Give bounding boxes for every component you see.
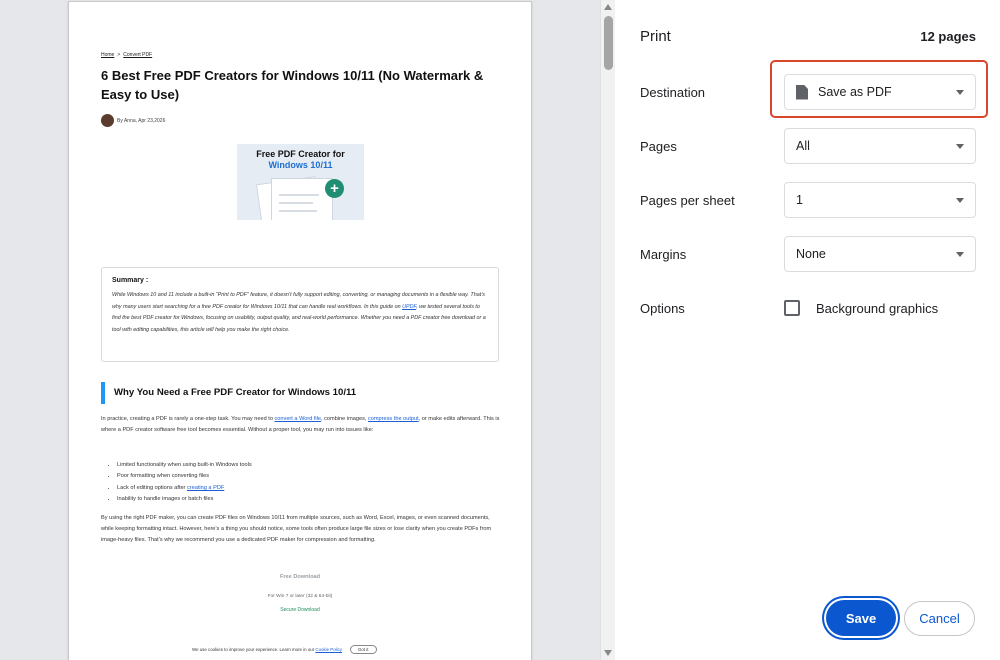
list-item-text: Lack of editing options after xyxy=(117,484,187,491)
paragraph-text: , combine images, xyxy=(321,416,368,422)
options-label: Options xyxy=(640,301,685,316)
section-heading: Why You Need a Free PDF Creator for Wind… xyxy=(114,387,357,398)
destination-label: Destination xyxy=(640,85,706,100)
paragraph-link: compress the output xyxy=(367,416,419,422)
article-title: 6 Best Free PDF Creators for Windows 10/… xyxy=(101,68,484,102)
issues-list: Limited functionality when using built-i… xyxy=(117,460,477,506)
summary-heading: Summary : xyxy=(112,277,149,284)
destination-select[interactable]: Save as PDF xyxy=(784,74,976,110)
list-item-text: Inability to handle images or batch file… xyxy=(117,496,214,503)
pages-value: All xyxy=(796,139,810,153)
pages-per-sheet-label: Pages per sheet xyxy=(640,193,735,208)
cookie-text-part: We use cookies to improve your experienc… xyxy=(192,647,316,652)
pages-select[interactable]: All xyxy=(784,128,976,164)
breadcrumb: Home > Convert PDF xyxy=(101,52,152,58)
scroll-up-arrow-icon[interactable] xyxy=(604,4,612,10)
margins-label: Margins xyxy=(640,247,687,262)
summary-link: UPDF xyxy=(402,303,417,310)
requirements-text: For Win 7 or later (32 & 64-bit) xyxy=(267,594,333,599)
plus-icon: + xyxy=(325,179,344,198)
author-avatar xyxy=(101,114,114,127)
preview-scrollbar[interactable] xyxy=(600,0,615,660)
print-title: Print xyxy=(640,28,671,45)
chevron-down-icon xyxy=(956,144,964,149)
scroll-down-arrow-icon[interactable] xyxy=(604,650,612,656)
byline: By Anna, Apr 23,2026 xyxy=(101,114,165,127)
preview-page: Home > Convert PDF 6 Best Free PDF Creator… xyxy=(68,1,532,660)
background-graphics-checkbox[interactable] xyxy=(784,300,800,316)
free-download-button: Free Download xyxy=(279,574,321,580)
hero-title-line2: Windows 10/11 xyxy=(268,160,333,170)
print-dialog: Home > Convert PDF 6 Best Free PDF Creator… xyxy=(0,0,1000,660)
document-icon xyxy=(796,84,808,100)
list-item: Poor formatting when converting files xyxy=(117,471,477,482)
section-heading-bar xyxy=(101,382,105,404)
chevron-down-icon xyxy=(956,90,964,95)
chevron-down-icon xyxy=(956,252,964,257)
destination-value: Save as PDF xyxy=(818,85,892,99)
save-button[interactable]: Save xyxy=(826,600,896,636)
summary-text: While Windows 10 and 11 include a built-… xyxy=(112,290,488,336)
cookie-text: We use cookies to improve your experienc… xyxy=(192,647,342,652)
margins-value: None xyxy=(796,247,826,261)
list-item-text: Limited functionality when using built-i… xyxy=(117,462,252,468)
background-graphics-label[interactable]: Background graphics xyxy=(816,301,938,316)
secure-download-label: Secure Download xyxy=(280,607,320,613)
body-paragraph-1: In practice, creating a PDF is rarely a … xyxy=(101,414,501,436)
list-item-text: Poor formatting when converting files xyxy=(117,473,210,480)
scrollbar-thumb[interactable] xyxy=(604,16,613,70)
cookie-banner: We use cookies to improve your experienc… xyxy=(192,645,377,654)
paragraph-link: convert a Word file xyxy=(274,416,322,422)
cookie-got-it-button: Got it xyxy=(350,645,377,654)
page-count: 12 pages xyxy=(920,29,976,44)
paragraph-text: In practice, creating a PDF is rarely a … xyxy=(101,416,275,422)
hero-image: Free PDF Creator for Windows 10/11 + xyxy=(237,144,364,220)
hero-text-line xyxy=(279,194,319,196)
print-settings-panel: Print 12 pages Destination Save as PDF P… xyxy=(616,0,1000,660)
pages-per-sheet-select[interactable]: 1 xyxy=(784,182,976,218)
hero-sheet-front xyxy=(271,178,333,220)
cancel-button[interactable]: Cancel xyxy=(904,601,975,636)
list-item: Inability to handle images or batch file… xyxy=(117,494,477,505)
list-item: Lack of editing options after creating a… xyxy=(117,483,477,494)
body-paragraph-2: By using the right PDF maker, you can cr… xyxy=(101,515,492,544)
list-item-link: creating a PDF xyxy=(186,484,225,491)
pages-label: Pages xyxy=(640,139,677,154)
summary-box: Summary : While Windows 10 and 11 includ… xyxy=(101,267,499,362)
breadcrumb-home-link: Home xyxy=(101,52,115,58)
breadcrumb-section-link: Convert PDF xyxy=(123,52,153,58)
margins-select[interactable]: None xyxy=(784,236,976,272)
print-preview-pane: Home > Convert PDF 6 Best Free PDF Creator… xyxy=(0,0,600,660)
cookie-policy-link: Cookie Policy xyxy=(315,647,343,652)
hero-text-line xyxy=(279,210,317,212)
byline-text: By Anna, Apr 23,2026 xyxy=(117,117,166,124)
breadcrumb-separator: > xyxy=(117,52,121,58)
pages-per-sheet-value: 1 xyxy=(796,193,803,207)
list-item: Limited functionality when using built-i… xyxy=(117,460,477,471)
hero-title-line1: Free PDF Creator for xyxy=(256,149,345,159)
hero-text-line xyxy=(279,202,313,204)
chevron-down-icon xyxy=(956,198,964,203)
